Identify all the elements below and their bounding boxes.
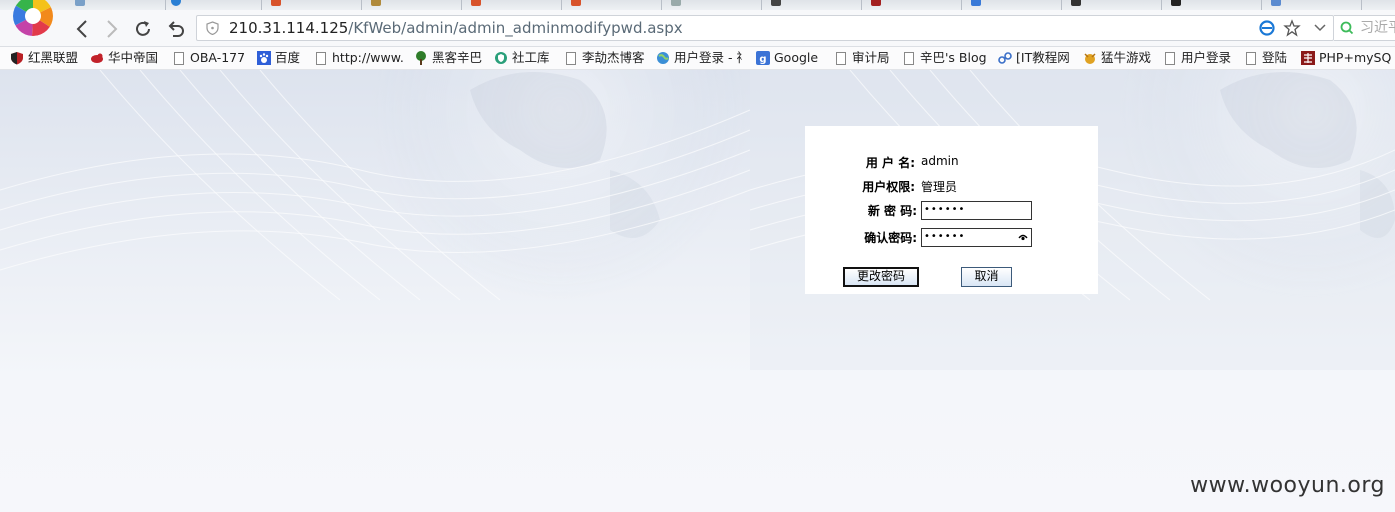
bookmark-item[interactable]: 猛牛游戏 bbox=[1083, 50, 1151, 66]
undo-close-tab-button[interactable] bbox=[165, 18, 187, 40]
new-password-field[interactable]: •••••• bbox=[921, 201, 1032, 220]
tab[interactable] bbox=[566, 0, 662, 10]
security-shield-icon[interactable] bbox=[206, 21, 219, 35]
tab[interactable] bbox=[166, 0, 262, 10]
url-host: 210.31.114.125 bbox=[229, 19, 349, 37]
tab[interactable] bbox=[366, 0, 462, 10]
cancel-button[interactable]: 取消 bbox=[961, 267, 1012, 287]
confirm-password-label: 确认密码: bbox=[864, 231, 917, 245]
bookmark-item[interactable]: 李劼杰博客 bbox=[564, 50, 645, 66]
bookmark-item[interactable]: [IT教程网 bbox=[998, 50, 1070, 66]
new-password-mask: •••••• bbox=[924, 204, 966, 215]
bookmark-item[interactable]: OBA-177 bbox=[172, 50, 245, 66]
address-bar[interactable]: 210.31.114.125/KfWeb/admin/admin_adminmo… bbox=[196, 15, 1334, 41]
tab[interactable] bbox=[966, 0, 1062, 10]
tree-icon bbox=[414, 51, 428, 65]
undo-icon bbox=[168, 21, 184, 37]
background-decoration bbox=[0, 70, 1395, 370]
username-label: 用 户 名: bbox=[865, 156, 915, 170]
link-icon bbox=[998, 51, 1012, 65]
shield-green-icon bbox=[494, 51, 508, 65]
bookmarks-bar: 红黑联盟 华中帝国 OBA-177 百度 http://www. 黑客辛巴 社工… bbox=[0, 47, 1395, 70]
bookmark-item[interactable]: 辛巴's Blog bbox=[902, 50, 987, 66]
bookmark-item[interactable]: 社工库 bbox=[494, 50, 550, 66]
chevron-down-icon[interactable] bbox=[1313, 21, 1327, 35]
bookmark-item[interactable]: 百度 bbox=[257, 50, 300, 66]
bookmark-item[interactable]: 审计局 bbox=[834, 50, 890, 66]
page-icon bbox=[834, 51, 848, 65]
tab[interactable] bbox=[266, 0, 362, 10]
tab[interactable] bbox=[466, 0, 562, 10]
url-path: /KfWeb/admin/admin_adminmodifypwd.aspx bbox=[348, 19, 683, 37]
new-password-label: 新 密 码: bbox=[867, 204, 917, 218]
browser-logo-icon[interactable] bbox=[10, 0, 56, 39]
bookmark-item[interactable]: 红黑联盟 bbox=[10, 50, 78, 66]
tab[interactable] bbox=[866, 0, 962, 10]
reload-button[interactable] bbox=[132, 18, 154, 40]
bookmark-item[interactable]: 华中帝国 bbox=[90, 50, 158, 66]
forward-arrow-icon bbox=[107, 20, 118, 38]
favorite-star-icon[interactable] bbox=[1283, 19, 1301, 37]
tab[interactable] bbox=[766, 0, 862, 10]
forward-button[interactable] bbox=[100, 18, 122, 40]
modify-password-form: 用 户 名: admin 用户权限: 管理员 新 密 码: •••••• 确认密… bbox=[805, 126, 1098, 294]
confirm-password-field[interactable]: •••••• bbox=[921, 228, 1032, 247]
bookmark-item[interactable]: 用户登录 bbox=[1163, 50, 1231, 66]
bookmark-item[interactable]: 用户登录 - 祥 bbox=[656, 50, 742, 66]
watermark: www.wooyun.org bbox=[1190, 473, 1385, 498]
tab[interactable] bbox=[1066, 0, 1162, 10]
reveal-password-eye-icon[interactable] bbox=[1018, 233, 1028, 242]
tab[interactable] bbox=[1166, 0, 1262, 10]
globe-icon bbox=[656, 51, 670, 65]
page-content: 用 户 名: admin 用户权限: 管理员 新 密 码: •••••• 确认密… bbox=[0, 70, 1395, 512]
tab[interactable] bbox=[1266, 0, 1362, 10]
page-icon bbox=[1163, 51, 1177, 65]
shield-icon bbox=[10, 51, 24, 65]
bird-icon bbox=[90, 51, 104, 65]
url-text[interactable]: 210.31.114.125/KfWeb/admin/admin_adminmo… bbox=[229, 19, 683, 37]
change-password-button[interactable]: 更改密码 bbox=[843, 267, 919, 287]
page-icon bbox=[314, 51, 328, 65]
bookmark-item[interactable]: http://www. bbox=[314, 50, 404, 66]
search-placeholder: 习近平 bbox=[1360, 20, 1395, 36]
confirm-password-mask: •••••• bbox=[924, 231, 966, 242]
tab[interactable] bbox=[70, 0, 166, 10]
back-button[interactable] bbox=[72, 18, 94, 40]
bull-icon bbox=[1083, 51, 1097, 65]
permission-label: 用户权限: bbox=[862, 180, 915, 194]
ji-icon bbox=[1301, 51, 1315, 65]
bookmark-item[interactable]: g Google bbox=[756, 50, 818, 66]
search-icon bbox=[1340, 21, 1354, 35]
page-icon bbox=[1244, 51, 1258, 65]
tab[interactable] bbox=[666, 0, 762, 10]
back-arrow-icon bbox=[76, 20, 87, 38]
svg-text:g: g bbox=[759, 54, 766, 65]
baidu-paw-icon bbox=[257, 51, 271, 65]
page-icon bbox=[172, 51, 186, 65]
username-value: admin bbox=[921, 154, 959, 168]
reload-icon bbox=[136, 21, 150, 36]
search-input[interactable]: 习近平 bbox=[1334, 15, 1395, 41]
bookmark-item[interactable]: PHP+mySQ bbox=[1301, 50, 1391, 66]
bookmark-item[interactable]: 黑客辛巴 bbox=[414, 50, 482, 66]
bookmark-item[interactable]: 登陆 bbox=[1244, 50, 1287, 66]
page-icon bbox=[564, 51, 578, 65]
permission-value: 管理员 bbox=[921, 180, 958, 194]
browser-window: 210.31.114.125/KfWeb/admin/admin_adminmo… bbox=[0, 0, 1395, 512]
ie-compat-icon[interactable] bbox=[1259, 20, 1275, 36]
navigation-bar: 210.31.114.125/KfWeb/admin/admin_adminmo… bbox=[0, 10, 1395, 47]
page-icon bbox=[902, 51, 916, 65]
google-icon: g bbox=[756, 51, 770, 65]
